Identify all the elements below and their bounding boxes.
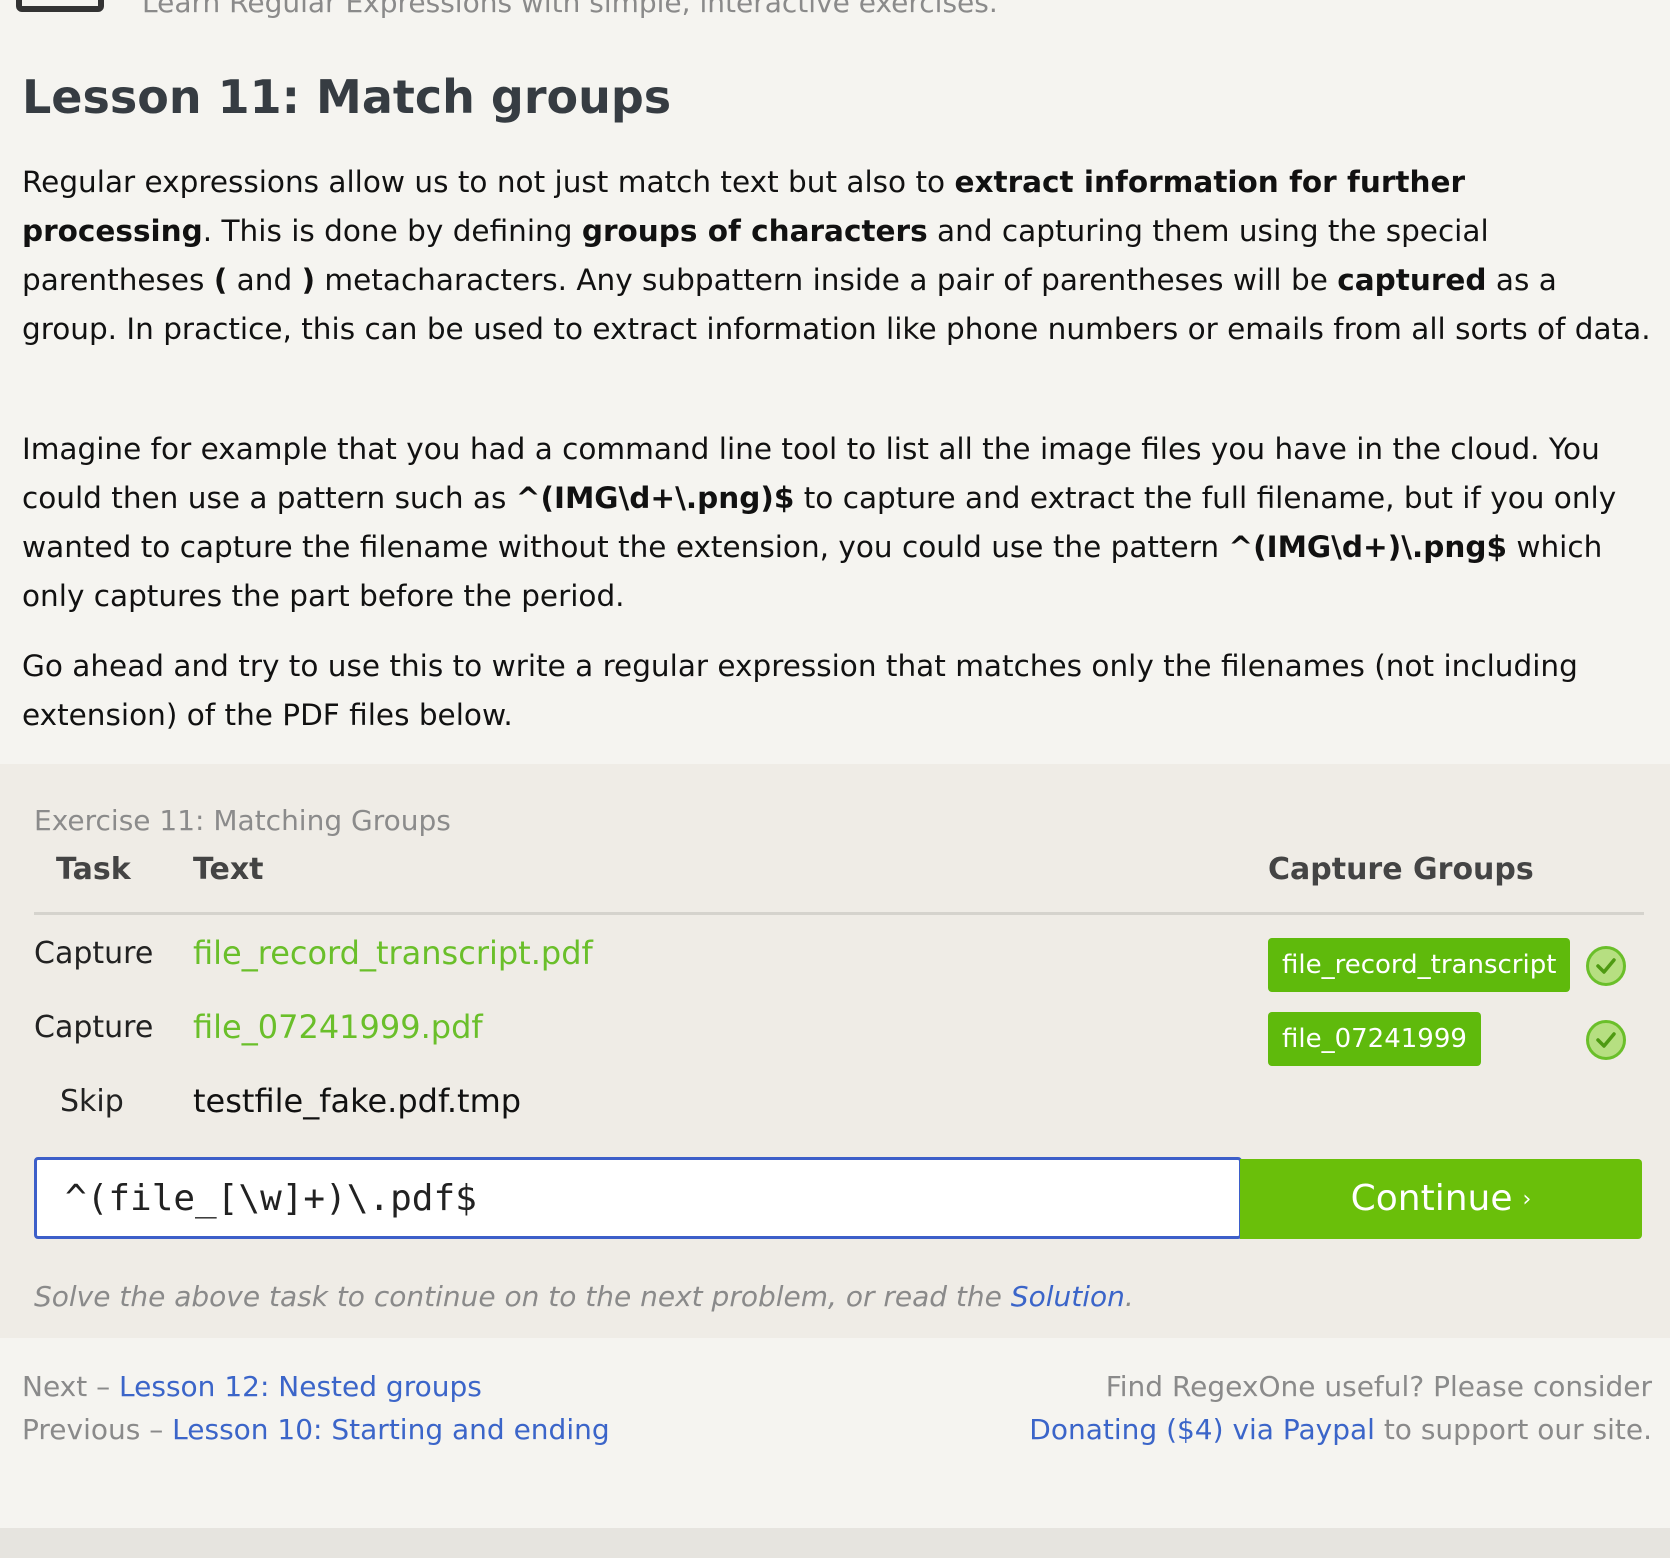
exercise-panel: Exercise 11: Matching Groups Task Text C… [0, 764, 1670, 1338]
row-text: file_record_transcript.pdf [193, 934, 593, 972]
lesson-navigation: Next – Lesson 12: Nested groups Previous… [22, 1370, 610, 1446]
row-text: file_07241999.pdf [193, 1008, 483, 1046]
donate-note: Find RegexOne useful? Please consider Do… [1029, 1370, 1652, 1446]
lesson-paragraph-1: Regular expressions allow us to not just… [22, 165, 1651, 346]
row-text: testfile_fake.pdf.tmp [193, 1082, 522, 1120]
check-circle-icon [1586, 946, 1626, 986]
lesson-paragraph-3: Go ahead and try to use this to write a … [22, 649, 1578, 732]
chevron-right-icon: › [1522, 1187, 1532, 1212]
column-header-capture-groups: Capture Groups [1268, 852, 1534, 887]
site-header: Learn Regular Expressions with simple, i… [0, 0, 1670, 30]
continue-label: Continue [1350, 1178, 1513, 1219]
lesson-paragraph-2: Imagine for example that you had a comma… [22, 432, 1617, 613]
capture-group-badge: file_07241999 [1268, 1012, 1481, 1066]
check-circle-icon [1586, 1020, 1626, 1060]
logo-icon[interactable] [16, 0, 104, 12]
previous-lesson-link[interactable]: Lesson 10: Starting and ending [172, 1413, 609, 1446]
table-row: Capture file_07241999.pdf file_07241999 [0, 998, 1670, 1068]
task-label: Capture [34, 1010, 154, 1045]
regex-input[interactable] [34, 1157, 1242, 1239]
example-pattern-full: ^(IMG\d+\.png)$ [515, 481, 795, 515]
task-label: Skip [60, 1084, 124, 1119]
table-row: Capture file_record_transcript.pdf file_… [0, 924, 1670, 994]
site-tagline: Learn Regular Expressions with simple, i… [142, 0, 998, 19]
example-pattern-noext: ^(IMG\d+)\.png$ [1228, 530, 1507, 564]
exercise-title: Exercise 11: Matching Groups [34, 804, 451, 837]
table-row: Skip testfile_fake.pdf.tmp [0, 1072, 1670, 1142]
column-header-task: Task [56, 852, 131, 887]
hint-text: Solve the above task to continue on to t… [34, 1280, 1134, 1313]
column-header-text: Text [193, 852, 264, 887]
page-footer-band [0, 1528, 1670, 1558]
next-lesson-link[interactable]: Lesson 12: Nested groups [119, 1370, 482, 1403]
task-label: Capture [34, 936, 154, 971]
capture-group-badge: file_record_transcript [1268, 938, 1571, 992]
donate-link[interactable]: Donating ($4) via Paypal [1029, 1413, 1375, 1446]
header-divider [34, 912, 1644, 915]
continue-button[interactable]: Continue › [1240, 1159, 1642, 1239]
solution-link[interactable]: Solution [1011, 1280, 1125, 1313]
page-title: Lesson 11: Match groups [22, 70, 672, 124]
